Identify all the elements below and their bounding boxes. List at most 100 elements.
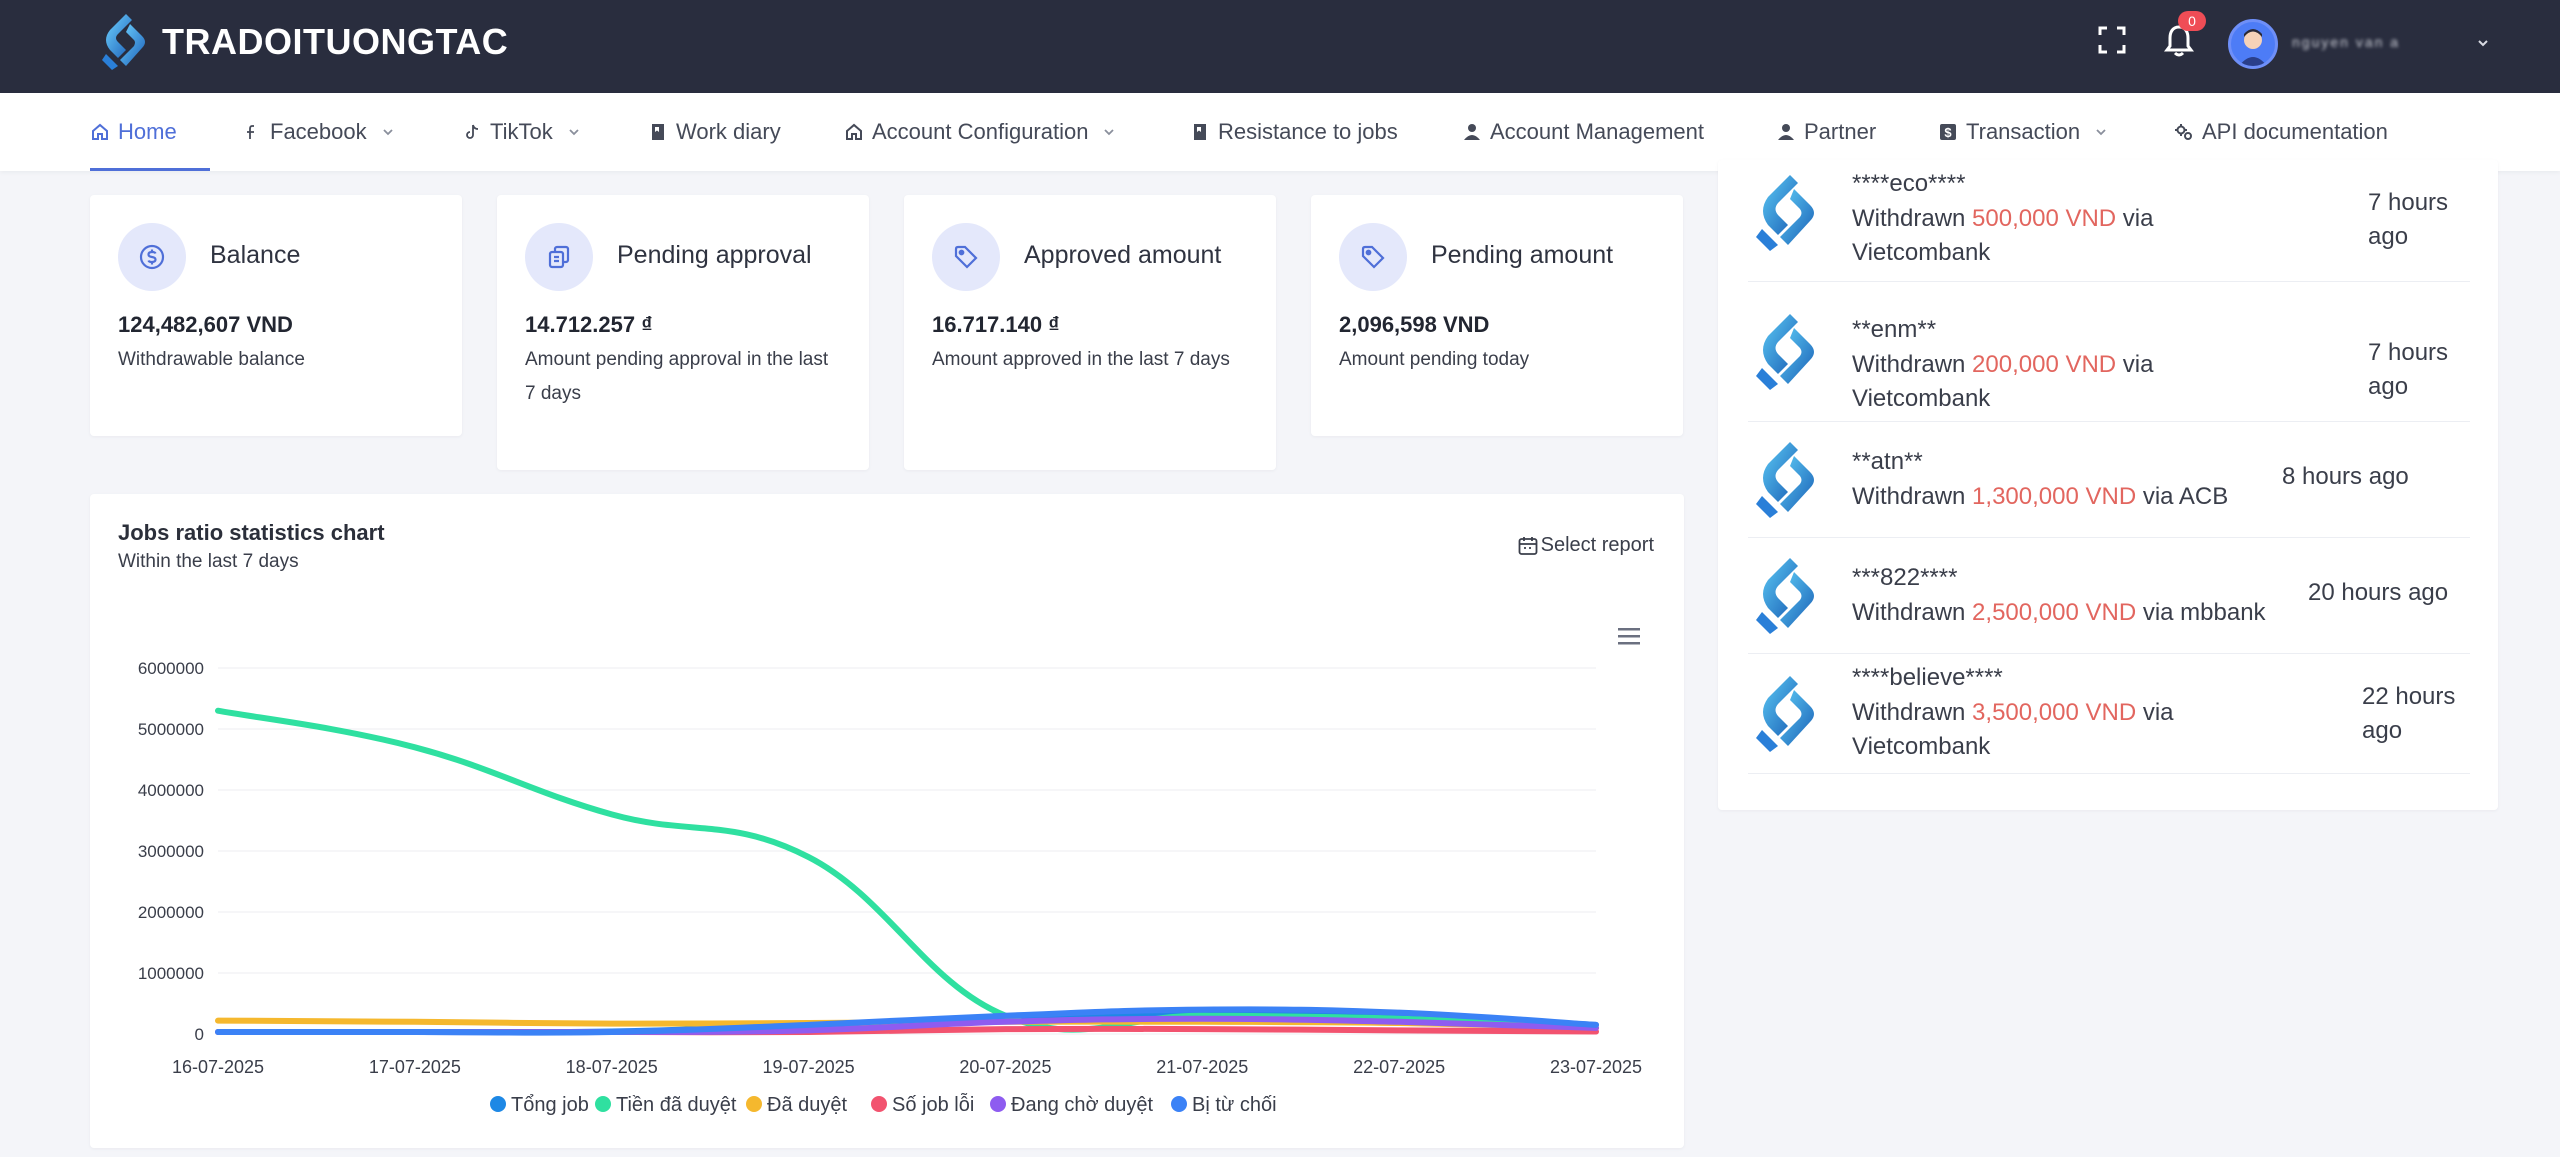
legend-marker [490,1096,506,1112]
nav-facebook[interactable]: Facebook [242,93,395,171]
copy-icon [548,245,570,269]
chevron-down-icon [569,129,579,136]
nav-label: Partner [1804,119,1877,144]
book-icon [1194,124,1206,140]
legend-marker [595,1096,611,1112]
stat-description: Amount pending today [1339,349,1530,370]
fullscreen-icon[interactable] [2096,24,2128,56]
book-icon [652,124,664,140]
brand-name: TRADOITUONGTAC [162,21,509,62]
stat-card-approved-amount: Approved amount 16.717.140 ₫ Amount appr… [904,195,1276,470]
nav-label: Account Management [1490,119,1705,144]
stat-card-balance: Balance 124,482,607 VND Withdrawable bal… [90,195,462,436]
legend-item[interactable]: Số job lỗi [871,1093,974,1116]
withdrawal-time: 7 hours ago [2368,339,2449,400]
jobs-line-chart: 0 1000000 2000000 3000000 4000000 5000000 6000… [138,628,1642,1116]
dollar-circle-icon [139,244,165,270]
chart-menu-icon[interactable] [1618,628,1640,645]
withdrawal-suffix: via ACB [2136,483,2229,510]
stat-title: Pending approval [617,241,812,269]
chevron-down-icon [1104,129,1115,136]
withdrawal-prefix: Withdrawn [1852,351,1973,378]
x-tick-label: 22-07-2025 [1353,1057,1445,1077]
gears-icon [2175,124,2192,140]
stat-title: Pending amount [1431,241,1614,269]
withdrawal-text: Withdrawn 2,500,000 VND via mbbank [1852,596,2292,630]
home-icon [846,123,862,140]
legend-label: Tổng job [511,1094,589,1116]
legend-label: Tiền đã duyệt [616,1094,737,1116]
withdrawal-suffix: via mbbank [2136,599,2266,626]
nav-label: TikTok [490,119,553,144]
legend-item[interactable]: Đã duyệt [746,1094,847,1116]
brand-logo-icon [1756,676,1814,752]
y-tick-label: 1000000 [138,964,204,983]
stat-card-pending-amount: Pending amount 2,096,598 VND Amount pend… [1311,195,1683,436]
y-tick-label: 0 [195,1025,204,1044]
legend-item[interactable]: Đang chờ duyệt [990,1094,1154,1116]
withdrawal-prefix: Withdrawn [1852,205,1973,232]
nav-label: Resistance to jobs [1218,119,1398,144]
y-tick-label: 5000000 [138,720,204,739]
withdrawal-time: 22 hours ago [2362,683,2456,744]
nav-resistance-to-jobs[interactable]: Resistance to jobs [1190,93,1398,171]
legend-item[interactable]: Bị từ chối [1171,1094,1277,1116]
nav-label: Transaction [1966,119,2081,144]
nav-label: API documentation [2202,119,2388,144]
brand-logo-icon [102,14,145,70]
legend-label: Số job lỗi [892,1093,974,1116]
withdrawal-text: Withdrawn 3,500,000 VND via Vietcombank [1852,696,2232,764]
tag-icon [1361,245,1385,269]
legend-marker [746,1096,762,1112]
withdrawal-row: **enm** Withdrawn 200,000 VND via Vietcom… [1748,282,2470,422]
nav-account-configuration[interactable]: Account Configuration [844,93,1116,171]
withdrawal-text: Withdrawn 1,300,000 VND via ACB [1852,480,2292,514]
brand-logo[interactable]: TRADOITUONGTAC [96,10,508,74]
withdrawal-text: Withdrawn 200,000 VND via Vietcombank [1852,348,2232,416]
nav-label: Account Configuration [872,119,1089,144]
withdrawal-row: ****believe**** Withdrawn 3,500,000 VND v… [1748,654,2470,774]
avatar-icon [2239,29,2267,66]
series-line[interactable] [215,707,1599,1033]
x-tick-label: 16-07-2025 [172,1057,264,1077]
chevron-down-icon [382,129,393,136]
withdrawal-time: 8 hours ago [2282,463,2409,490]
user-name[interactable]: nguyen van a [2292,34,2488,50]
nav-home[interactable]: Home [90,93,177,171]
x-tick-label: 18-07-2025 [566,1057,658,1077]
withdrawal-prefix: Withdrawn [1852,483,1973,510]
stat-value: 16.717.140 ₫ [932,312,1060,337]
x-tick-label: 17-07-2025 [369,1057,461,1077]
legend-label: Đang chờ duyệt [1011,1094,1154,1116]
withdrawal-amount: 1,300,000 VND [1972,483,2137,510]
x-tick-label: 23-07-2025 [1550,1057,1642,1077]
legend-marker [871,1096,887,1112]
avatar[interactable] [2228,19,2278,69]
brand-logo-icon [1756,314,1814,390]
legend-item[interactable]: Tiền đã duyệt [595,1094,737,1116]
nav-tiktok[interactable]: TikTok [462,93,581,171]
withdrawal-row: **atn** Withdrawn 1,300,000 VND via ACB 8 … [1748,422,2470,538]
tiktok-icon [466,124,479,139]
nav-account-management[interactable]: Account Management [1462,93,1704,171]
brand-logo-icon [1756,558,1814,634]
nav-work-diary[interactable]: Work diary [648,93,781,171]
active-tab-indicator [90,168,210,171]
brand-logo-icon [1756,442,1814,518]
chart-card: Jobs ratio statistics chart Within the l… [90,494,1684,1148]
tag-icon [954,245,978,269]
legend-item[interactable]: Tổng job [490,1094,589,1116]
nav-label: Facebook [270,119,367,144]
chevron-down-icon[interactable] [2476,36,2490,50]
notification-badge: 0 [2178,11,2206,31]
y-tick-label: 6000000 [138,659,204,678]
withdrawal-row: ***822**** Withdrawn 2,500,000 VND via mb… [1748,538,2470,654]
stat-title: Balance [210,241,301,269]
dollar-square-icon: $ [1940,124,1956,140]
stat-description: Amount pending approval in the last 7 da… [525,349,829,404]
stat-description: Amount approved in the last 7 days [932,349,1230,370]
legend-label: Đã duyệt [767,1094,847,1116]
withdrawal-feed: ****eco**** Withdrawn 500,000 VND via Vie… [1718,160,2498,810]
withdrawal-amount: 3,500,000 VND [1972,699,2137,726]
legend-label: Bị từ chối [1192,1094,1277,1116]
